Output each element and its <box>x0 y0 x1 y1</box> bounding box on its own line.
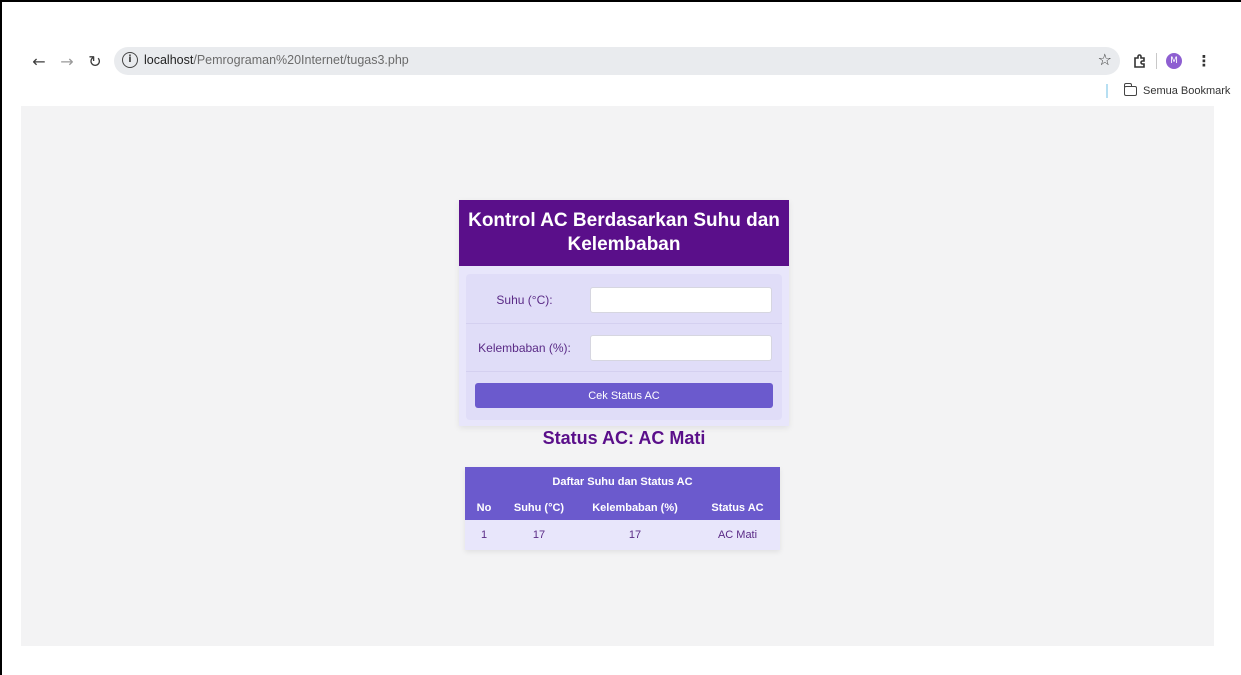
suhu-label: Suhu (°C): <box>496 292 553 307</box>
url-path: /Pemrograman%20Internet/tugas3.php <box>193 53 409 67</box>
page-viewport: Kontrol AC Berdasarkan Suhu dan Kelembab… <box>21 106 1214 646</box>
table-header-row: No Suhu (°C) Kelembaban (%) Status AC <box>465 496 780 520</box>
avatar: M <box>1166 53 1182 69</box>
column-header-kelembaban: Kelembaban (%) <box>575 496 695 520</box>
table-caption-row: Daftar Suhu dan Status AC <box>465 467 780 496</box>
bookmarks-divider <box>1106 84 1108 98</box>
table-row: 1 17 17 AC Mati <box>465 520 780 550</box>
bookmarks-bar: Semua Bookmark <box>1106 82 1230 100</box>
cell-status: AC Mati <box>695 520 780 550</box>
address-bar[interactable]: i localhost/Pemrograman%20Internet/tugas… <box>114 47 1120 75</box>
toolbar-divider <box>1155 50 1157 72</box>
column-header-suhu: Suhu (°C) <box>503 496 575 520</box>
table-caption: Daftar Suhu dan Status AC <box>465 467 780 496</box>
check-ac-status-button[interactable]: Cek Status AC <box>475 383 773 408</box>
kebab-menu-icon[interactable]: ⋮ <box>1196 50 1212 72</box>
cell-kelembaban: 17 <box>575 520 695 550</box>
star-icon[interactable]: ☆ <box>1098 50 1112 69</box>
forward-arrow-icon[interactable]: → <box>56 50 78 72</box>
kelembaban-label: Kelembaban (%): <box>478 340 571 355</box>
cell-no: 1 <box>465 520 503 550</box>
ac-control-card: Kontrol AC Berdasarkan Suhu dan Kelembab… <box>459 200 789 426</box>
extensions-icon[interactable] <box>1130 50 1150 72</box>
suhu-input[interactable] <box>590 286 772 313</box>
folder-icon[interactable] <box>1124 83 1137 96</box>
url-host: localhost <box>144 53 194 67</box>
kelembaban-input[interactable] <box>590 334 772 361</box>
back-arrow-icon[interactable]: ← <box>28 50 50 72</box>
kelembaban-row: Kelembaban (%): <box>466 324 782 372</box>
screenshot-border-top <box>0 0 1241 14</box>
browser-toolbar: ← → ↻ i localhost/Pemrograman%20Internet… <box>2 44 1241 78</box>
reload-icon[interactable]: ↻ <box>84 50 106 72</box>
temperature-status-table: Daftar Suhu dan Status AC No Suhu (°C) K… <box>465 467 780 550</box>
cell-suhu: 17 <box>503 520 575 550</box>
column-header-no: No <box>465 496 503 520</box>
ac-status-heading: Status AC: AC Mati <box>542 428 706 448</box>
profile-avatar[interactable]: M <box>1163 50 1185 72</box>
screenshot-border-left <box>0 0 2 675</box>
ac-form: Suhu (°C): Kelembaban (%): Cek Status AC <box>466 274 782 420</box>
suhu-row: Suhu (°C): <box>466 276 782 324</box>
info-icon[interactable]: i <box>122 52 138 68</box>
column-header-status: Status AC <box>695 496 780 520</box>
url-text[interactable]: localhost/Pemrograman%20Internet/tugas3.… <box>144 53 409 67</box>
all-bookmarks-link[interactable]: Semua Bookmark <box>1143 85 1230 97</box>
card-title: Kontrol AC Berdasarkan Suhu dan Kelembab… <box>459 200 789 266</box>
